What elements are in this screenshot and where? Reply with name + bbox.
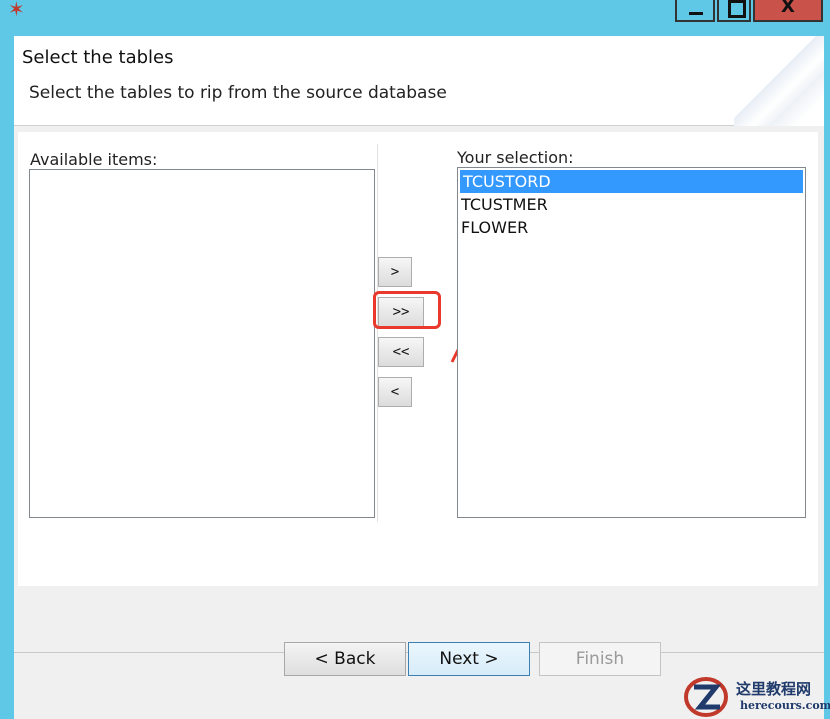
watermark-title: 这里教程网 <box>736 680 812 698</box>
wizard-wand-icon: ✶ <box>8 0 25 21</box>
title-bar[interactable]: ✶ X <box>0 0 830 36</box>
close-button[interactable]: X <box>753 0 823 22</box>
annotation-highlight-box <box>373 291 441 329</box>
back-button[interactable]: < Back <box>284 642 406 676</box>
watermark: 这里教程网 herecours.com <box>684 675 830 719</box>
maximize-button[interactable] <box>717 0 751 22</box>
page-title: Select the tables <box>22 47 174 68</box>
finish-button[interactable]: Finish <box>539 642 661 676</box>
your-selection-list[interactable]: TCUSTORD TCUSTMER FLOWER <box>457 167 806 518</box>
available-items-label: Available items: <box>30 150 158 169</box>
watermark-url: herecours.com <box>740 699 830 712</box>
divider <box>377 144 378 522</box>
next-button[interactable]: Next > <box>408 642 530 676</box>
table-picker-panel: Available items: > >> << < Your selectio… <box>18 132 818 586</box>
wizard-header: Select the tables Select the tables to r… <box>14 36 824 126</box>
wizard-content: Select the tables Select the tables to r… <box>14 36 824 719</box>
page-subtitle: Select the tables to rip from the source… <box>29 83 447 103</box>
watermark-logo-icon <box>684 677 728 717</box>
available-items-list[interactable] <box>29 169 375 518</box>
remove-all-button[interactable]: << <box>378 337 424 367</box>
your-selection-label: Your selection: <box>457 148 574 167</box>
wizard-window: ✶ X Select the tables Select the tables … <box>0 0 830 719</box>
add-selected-button[interactable]: > <box>378 257 412 287</box>
list-item[interactable]: TCUSTORD <box>460 170 803 193</box>
list-item[interactable]: FLOWER <box>458 216 805 239</box>
remove-selected-button[interactable]: < <box>378 377 412 407</box>
header-decoration <box>734 36 824 126</box>
list-item[interactable]: TCUSTMER <box>458 193 805 216</box>
minimize-button[interactable] <box>675 0 715 22</box>
